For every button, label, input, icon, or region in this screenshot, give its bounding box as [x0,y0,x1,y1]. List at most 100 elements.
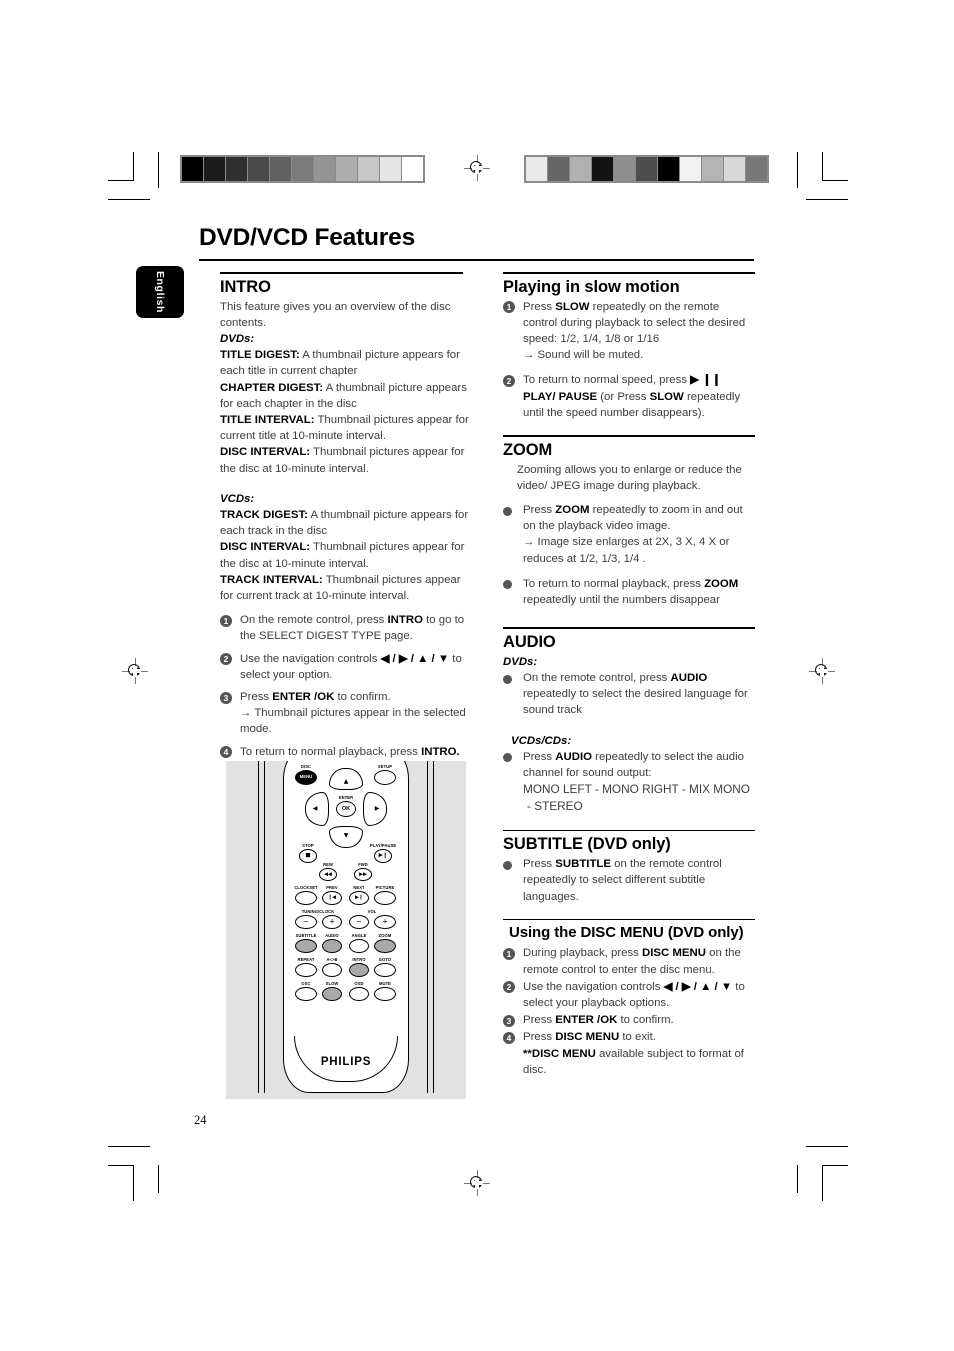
registration-mark-bottom-center [464,1170,490,1196]
left-column: INTRO This feature gives you an overview… [220,272,472,760]
remote-label-osc: OSC [301,981,311,986]
section-divider-subtitle [503,829,755,832]
audio-channels-line1: MONO LEFT - MONO RIGHT - MIX MONO [523,782,750,797]
plus-icon: + [329,917,335,926]
crop-mark-top-right-h [822,180,848,181]
remote-button-subtitle[interactable] [295,939,317,953]
remote-label-rew: REW [323,862,333,867]
remote-button-intro[interactable] [349,963,369,977]
arrow-right-icon: ▶ [374,805,380,812]
intro-vcd-item: DISC INTERVAL: Thumbnail pictures appear… [220,541,465,570]
disc-menu-step: 1 During playback, press DISC MENU on th… [503,945,755,977]
remote-button-setup[interactable] [374,770,396,785]
step-number: 1 [503,947,515,960]
calibration-swatch [402,157,423,181]
remote-label-osd: OSD [354,981,364,986]
remote-label-fwd: FWD [358,862,368,867]
crop-mark-bottom-right-h2 [806,1146,848,1147]
heading-intro: INTRO [220,277,271,296]
bullet-dot [503,753,512,763]
remote-label-disc-menu: MENU [299,774,313,779]
audio-vcd-bullet: Press AUDIO repeatedly to select the aud… [503,749,755,816]
section-disc-menu: Using the DISC MENU (DVD only) 1 During … [503,918,755,1078]
remote-button-clockset[interactable] [295,891,317,905]
remote-label-next: NEXT [353,885,365,890]
remote-button-osd[interactable] [349,987,369,1001]
minus-icon: − [356,917,362,926]
document-page: English DVD/VCD Features INTRO This feat… [0,0,954,1351]
arrow-up-icon: ▲ [343,778,349,785]
intro-vcds-label: VCDs: [220,492,255,505]
step-number: 3 [503,1014,515,1027]
heading-disc-menu: Using the DISC MENU (DVD only) [509,924,744,942]
calibration-swatch [614,157,635,181]
calibration-swatch [636,157,657,181]
remote-button-repeat[interactable] [295,963,317,977]
intro-step: 2 Use the navigation controls ◀ / ▶ / ▲ … [220,651,472,683]
step-number: 4 [503,1031,515,1044]
remote-button-angle[interactable] [349,939,369,953]
crop-mark-bottom-left-h2 [108,1146,150,1147]
remote-label-mute: MUTE [379,981,391,986]
audio-dvd-bullet: On the remote control, press AUDIO repea… [503,670,755,719]
step-number: 4 [220,746,232,759]
step-number: 2 [503,374,515,387]
remote-button-ab[interactable] [322,963,342,977]
remote-label-vol: VOL [367,909,377,914]
bullet-dot [503,674,512,684]
remote-button-zoom[interactable] [374,939,396,953]
intro-vcd-item: TRACK DIGEST: A thumbnail picture appear… [220,509,469,538]
arrow-left-icon: ◀ [312,805,318,812]
crop-mark-bottom-right-v2 [822,1165,823,1201]
remote-label-stop: STOP [302,843,314,848]
remote-label-clockset: CLOCKSET [294,885,318,890]
step-result: → Sound will be muted. [523,349,644,362]
disc-menu-step: 3 Press ENTER /OK to confirm. [503,1012,755,1028]
section-subtitle: SUBTITLE (DVD only) Press SUBTITLE on th… [503,829,755,905]
remote-label-ok: OK [341,806,351,812]
crop-mark-bottom-left-v [133,1165,134,1201]
remote-button-slow[interactable] [322,987,342,1001]
footnote-key: DISC MENU [531,1047,596,1060]
remote-edge-left-outer [258,761,259,1093]
remote-button-mute[interactable] [374,987,396,1001]
zoom-bullet: Press ZOOM repeatedly to zoom in and out… [503,502,755,567]
remote-button-osc[interactable] [295,987,317,1001]
page-number: 24 [194,1113,207,1127]
slow-motion-step: 1 Press SLOW repeatedly on the remote co… [503,299,755,364]
right-column: Playing in slow motion 1 Press SLOW repe… [503,272,755,1078]
grayscale-calibration-strip-left [180,155,425,183]
remote-button-goto[interactable] [374,963,396,977]
minus-icon: − [303,917,309,926]
calibration-swatch [702,157,723,181]
bullet-dot [503,580,512,590]
intro-dvd-item: CHAPTER DIGEST: A thumbnail picture appe… [220,381,467,410]
remote-label-audio: AUDIO [325,933,339,938]
intro-vcd-item: TRACK INTERVAL: Thumbnail pictures appea… [220,573,461,603]
remote-edge-right-mid [427,761,428,1093]
calibration-swatch [358,157,379,181]
intro-dvd-item: TITLE INTERVAL: Thumbnail pictures appea… [220,414,469,443]
crop-mark-bottom-left-h [108,1165,134,1166]
remote-button-audio[interactable] [322,939,342,953]
remote-label-play-pause: PLAY/PAUSE [369,843,397,848]
section-audio: AUDIO DVDs: On the remote control, press… [503,627,755,815]
remote-label-angle: ANGLE [351,933,367,938]
title-divider [199,259,754,261]
heading-subtitle: SUBTITLE (DVD only) [503,835,671,854]
remote-label-slow: SLOW [325,981,339,986]
step-number: 1 [503,301,515,314]
section-divider-intro [220,272,463,274]
remote-edge-left-mid [264,761,265,1093]
step-number: 3 [220,691,232,704]
section-divider-disc-menu [503,918,755,921]
calibration-swatch [658,157,679,181]
remote-edge-right-outer [433,761,434,1093]
audio-vcds-label: VCDs/CDs: [511,734,572,747]
intro-step: 4 To return to normal playback, press IN… [220,744,472,760]
section-slow-motion: Playing in slow motion 1 Press SLOW repe… [503,272,755,421]
remote-button-picture[interactable] [374,891,396,905]
calibration-swatch [292,157,313,181]
footnote-mark: ** [523,1047,532,1060]
calibration-swatch [226,157,247,181]
